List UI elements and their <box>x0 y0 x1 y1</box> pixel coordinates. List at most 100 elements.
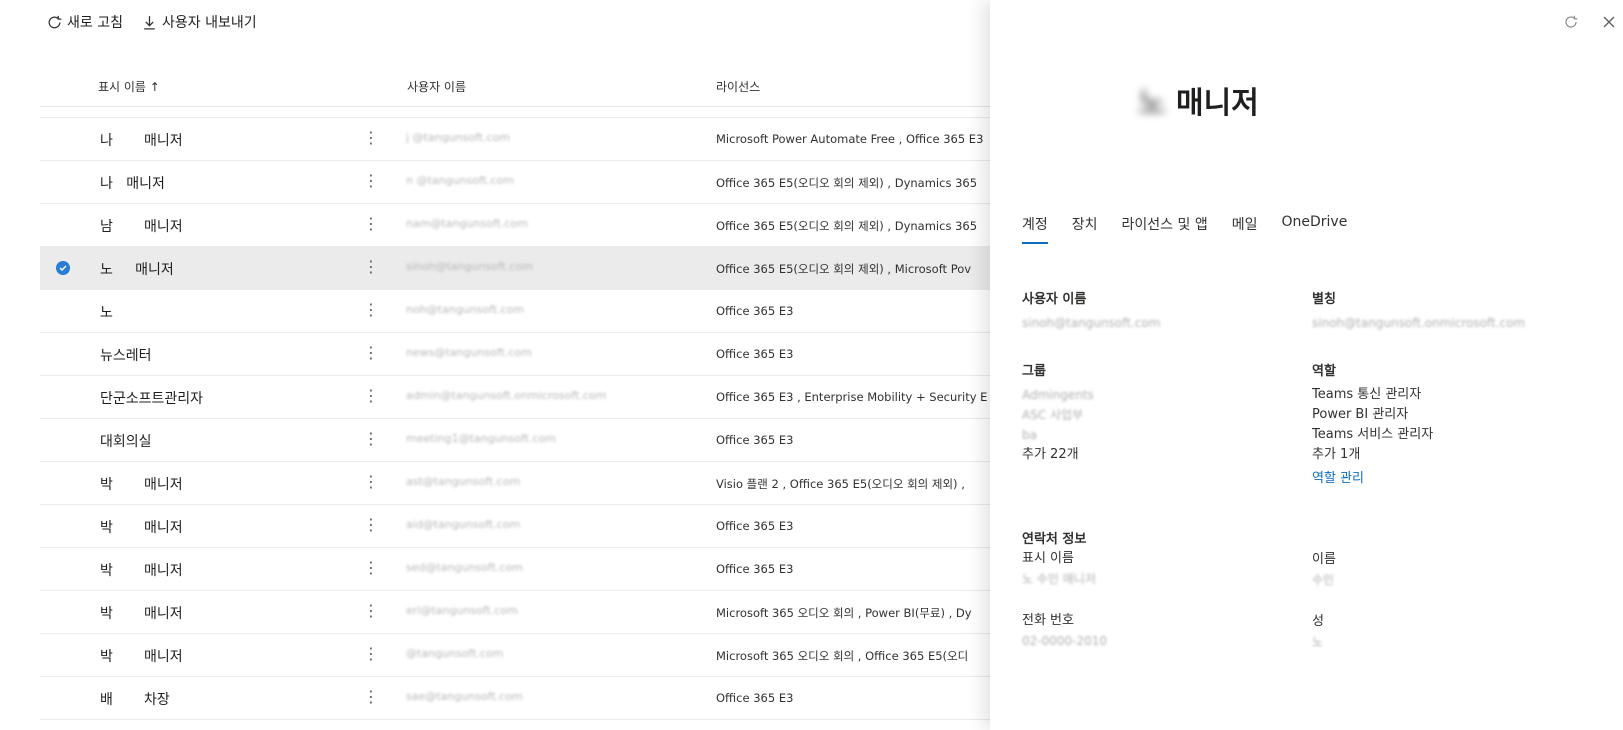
display-name-value: 노 수민 매니저 <box>1022 572 1096 586</box>
more-options-icon[interactable]: ⋮ <box>360 644 382 666</box>
more-options-icon[interactable]: ⋮ <box>360 601 382 623</box>
row-username: @tangunsoft.com <box>406 647 504 660</box>
row-display-name[interactable]: 나 매니저 <box>100 173 165 193</box>
row-username: aid@tangunsoft.com <box>406 518 521 531</box>
more-options-icon[interactable]: ⋮ <box>360 687 382 709</box>
contact-section: 연락처 정보 표시 이름 노 수민 매니저 전화 번호 02-0000-2010 <box>1022 528 1107 651</box>
name-section: 이름 수민 성 노 <box>1312 550 1336 652</box>
row-username: sae@tangunsoft.com <box>406 690 523 703</box>
table-row[interactable]: 나 매니저 ⋮ n @tangunsoft.com Office 365 E5(오디오… <box>40 161 990 204</box>
selected-check-icon[interactable] <box>56 261 70 275</box>
row-username: ast@tangunsoft.com <box>406 475 521 488</box>
row-display-name[interactable]: 단군소프트관리자 <box>100 388 203 408</box>
username-section: 사용자 이름 sinoh@tangunsoft.com <box>1022 288 1160 333</box>
refresh-button[interactable]: 새로 고침 <box>46 12 123 32</box>
row-licenses: Office 365 E3 , Enterprise Mobility + Se… <box>716 390 988 404</box>
panel-title: 노 매니저 <box>1138 78 1259 122</box>
more-options-icon[interactable]: ⋮ <box>360 300 382 322</box>
panel-title-name: 노 <box>1138 86 1177 121</box>
table-row[interactable]: 대회의실 ⋮ meeting1@tangunsoft.com Office 365 E… <box>40 419 990 462</box>
username-value: sinoh@tangunsoft.com <box>1022 316 1161 330</box>
more-options-icon[interactable]: ⋮ <box>360 171 382 193</box>
first-name-label: 이름 <box>1312 552 1336 567</box>
more-options-icon[interactable]: ⋮ <box>360 214 382 236</box>
phone-label: 전화 번호 <box>1022 613 1074 628</box>
tab-onedrive[interactable]: OneDrive <box>1281 214 1347 244</box>
groups-more: 추가 22개 <box>1022 447 1079 462</box>
role-item: Teams 서비스 관리자 <box>1312 427 1434 442</box>
row-display-name[interactable]: 박 매니저 <box>100 646 183 666</box>
alias-section: 별칭 sinoh@tangunsoft.onmicrosoft.com <box>1312 288 1525 333</box>
row-display-name[interactable]: 박 매니저 <box>100 517 183 537</box>
download-icon <box>144 15 155 30</box>
row-display-name[interactable]: 박 매니저 <box>100 603 183 623</box>
export-users-button[interactable]: 사용자 내보내기 <box>141 12 257 32</box>
more-options-icon[interactable]: ⋮ <box>360 472 382 494</box>
table-row[interactable]: 박 매니저 ⋮ ast@tangunsoft.com Visio 플랜 2 , Off… <box>40 462 990 505</box>
table-row[interactable]: 박 매니저 ⋮ aid@tangunsoft.com Office 365 E3 <box>40 505 990 548</box>
table-row[interactable]: 박 매니저 ⋮ @tangunsoft.com Microsoft 365 오디오 회… <box>40 634 990 677</box>
contact-label: 연락처 정보 <box>1022 532 1087 547</box>
row-username: eri@tangunsoft.com <box>406 604 518 617</box>
row-display-name[interactable]: 노 매니저 <box>100 259 174 279</box>
column-licenses[interactable]: 라이선스 <box>716 78 760 95</box>
more-options-icon[interactable]: ⋮ <box>360 128 382 150</box>
groups-section: 그룹 Admingents ASC 사업부 ba 추가 22개 <box>1022 360 1094 465</box>
group-item: ba <box>1022 428 1037 442</box>
table-row[interactable]: 박 매니저 ⋮ sed@tangunsoft.com Office 365 E3 <box>40 548 990 591</box>
more-options-icon[interactable]: ⋮ <box>360 429 382 451</box>
table-row[interactable]: 나 매니저 ⋮ j @tangunsoft.com Microsoft Power A… <box>40 118 990 161</box>
panel-refresh-button[interactable] <box>1563 14 1579 30</box>
table-row[interactable]: 단군소프트관리자 ⋮ admin@tangunsoft.onmicrosoft.co… <box>40 376 990 419</box>
row-licenses: Microsoft Power Automate Free , Office 3… <box>716 132 984 146</box>
row-username: nam@tangunsoft.com <box>406 217 528 230</box>
table-row[interactable]: 뉴스레터 ⋮ news@tangunsoft.com Office 365 E3 <box>40 333 990 376</box>
row-display-name[interactable]: 박 매니저 <box>100 560 183 580</box>
row-username: j @tangunsoft.com <box>406 131 510 144</box>
table-row[interactable]: 남 매니저 ⋮ nam@tangunsoft.com Office 365 E5(오디… <box>40 204 990 247</box>
table-row[interactable]: 배 차장 ⋮ sae@tangunsoft.com Office 365 E3 <box>40 677 990 720</box>
tab-devices[interactable]: 장치 <box>1072 214 1098 244</box>
table-row[interactable]: 노 매니저 ⋮ sinoh@tangunsoft.com Office 365 E5(… <box>40 247 990 290</box>
manage-roles-link[interactable]: 역할 관리 <box>1312 469 1433 489</box>
tab-licenses-apps[interactable]: 라이선스 및 앱 <box>1122 214 1208 244</box>
export-users-label: 사용자 내보내기 <box>161 15 257 31</box>
panel-actions <box>1563 14 1617 30</box>
table-row[interactable]: 노 ⋮ noh@tangunsoft.com Office 365 E3 <box>40 290 990 333</box>
row-username: sinoh@tangunsoft.com <box>406 260 533 273</box>
roles-label: 역할 <box>1312 364 1336 379</box>
row-username: noh@tangunsoft.com <box>406 303 525 316</box>
row-display-name[interactable]: 노 <box>100 302 113 322</box>
more-options-icon[interactable]: ⋮ <box>360 343 382 365</box>
list-header: 표시 이름 ↑ 사용자 이름 라이선스 <box>40 66 990 107</box>
tab-account[interactable]: 계정 <box>1022 214 1048 244</box>
row-display-name[interactable]: 박 매니저 <box>100 474 183 494</box>
row-display-name[interactable]: 대회의실 <box>100 431 152 451</box>
row-display-name[interactable]: 남 매니저 <box>100 216 183 236</box>
roles-more: 추가 1개 <box>1312 447 1361 462</box>
tab-mail[interactable]: 메일 <box>1232 214 1258 244</box>
row-licenses: Visio 플랜 2 , Office 365 E5(오디오 회의 제외) , <box>716 477 965 491</box>
column-display-name[interactable]: 표시 이름 ↑ <box>98 78 160 95</box>
more-options-icon[interactable]: ⋮ <box>360 558 382 580</box>
refresh-icon <box>48 15 62 28</box>
row-display-name[interactable]: 뉴스레터 <box>100 345 152 365</box>
row-display-name[interactable]: 나 매니저 <box>100 130 183 150</box>
phone-value: 02-0000-2010 <box>1022 634 1108 648</box>
row-licenses: Office 365 E5(오디오 회의 제외) , Dynamics 365 <box>716 219 978 233</box>
list-spacer <box>40 107 990 118</box>
more-options-icon[interactable]: ⋮ <box>360 515 382 537</box>
row-licenses: Office 365 E3 <box>716 562 794 576</box>
row-display-name[interactable]: 배 차장 <box>100 689 170 709</box>
refresh-icon <box>1565 15 1578 28</box>
column-username[interactable]: 사용자 이름 <box>407 78 466 95</box>
row-username: sed@tangunsoft.com <box>406 561 523 574</box>
row-username: admin@tangunsoft.onmicrosoft.com <box>406 389 607 402</box>
panel-close-button[interactable] <box>1601 14 1617 30</box>
row-licenses: Microsoft 365 오디오 회의 , Power BI(무료) , Dy <box>716 606 972 620</box>
more-options-icon[interactable]: ⋮ <box>360 386 382 408</box>
refresh-label: 새로 고침 <box>67 15 123 31</box>
row-licenses: Microsoft 365 오디오 회의 , Office 365 E5(오디 <box>716 649 969 663</box>
more-options-icon[interactable]: ⋮ <box>360 257 382 279</box>
table-row[interactable]: 박 매니저 ⋮ eri@tangunsoft.com Microsoft 365 오디… <box>40 591 990 634</box>
